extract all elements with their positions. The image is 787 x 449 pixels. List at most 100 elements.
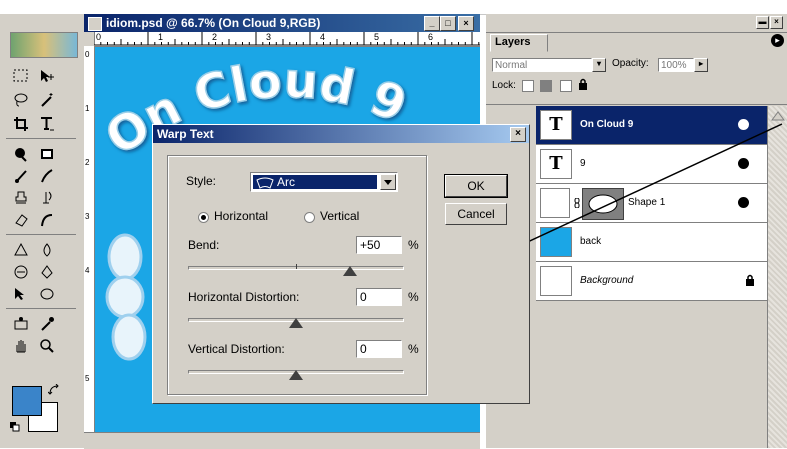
blend-mode-dropdown-icon[interactable]: ▾ xyxy=(592,58,606,72)
warp-options-group: Style: Arc Horizontal Vertical Bend: +50… xyxy=(167,155,427,395)
vertical-ruler: 0 1 2 3 4 5 xyxy=(84,46,95,448)
layer-row-on-cloud-9[interactable]: T On Cloud 9 xyxy=(536,106,787,145)
cancel-button[interactable]: Cancel xyxy=(445,203,507,225)
opacity-label: Opacity: xyxy=(612,58,649,69)
layer-effects-icon[interactable] xyxy=(738,119,749,130)
panel-minimize-button[interactable]: ▬ xyxy=(756,16,769,29)
bend-input[interactable]: +50 xyxy=(356,236,402,254)
pen-tool-icon[interactable] xyxy=(34,262,60,282)
panel-divider xyxy=(486,104,787,105)
layer-effects-icon[interactable] xyxy=(738,158,749,169)
dodge-tool-icon[interactable] xyxy=(8,262,34,282)
style-selected-value: Arc xyxy=(253,175,377,189)
swap-colors-icon[interactable] xyxy=(47,383,60,396)
zoom-tool-icon[interactable] xyxy=(34,336,60,356)
crop-tool-icon[interactable] xyxy=(8,114,34,134)
ruler-label: 5 xyxy=(374,32,380,42)
vertical-radio[interactable] xyxy=(304,212,315,223)
horizontal-distortion-input[interactable]: 0 xyxy=(356,288,402,306)
layer-name: Shape 1 xyxy=(628,197,666,208)
warp-text-dialog: Warp Text × Style: Arc Horizontal Vertic… xyxy=(152,124,530,404)
ok-button[interactable]: OK xyxy=(444,174,508,198)
layer-row-background[interactable]: Background xyxy=(536,262,787,301)
marquee-tool-icon[interactable] xyxy=(8,66,34,86)
toolbox-divider xyxy=(6,234,76,235)
lock-all-icon[interactable] xyxy=(578,78,588,90)
bend-percent-label: % xyxy=(408,238,419,252)
stamp-tool-icon[interactable] xyxy=(8,188,34,208)
horizontal-ruler: 0 1 2 3 4 5 6 xyxy=(94,32,480,47)
layer-row-shape-1[interactable]: Shape 1 xyxy=(536,184,787,223)
tab-layers[interactable]: Layers xyxy=(490,34,548,52)
toolbox-header-icon[interactable] xyxy=(10,32,78,58)
layer-row-back[interactable]: back xyxy=(536,223,787,262)
opacity-field[interactable]: 100% xyxy=(658,58,694,72)
horizontal-distortion-slider-thumb[interactable] xyxy=(289,318,303,328)
layer-effects-icon[interactable] xyxy=(738,197,749,208)
document-title: idiom.psd @ 66.7% (On Cloud 9,RGB) xyxy=(106,16,321,30)
ruler-label: 1 xyxy=(158,32,164,42)
default-colors-icon[interactable] xyxy=(10,422,20,432)
layer-name: On Cloud 9 xyxy=(580,119,634,130)
panel-close-button[interactable]: × xyxy=(770,16,783,29)
layers-scrollbar[interactable] xyxy=(767,106,787,448)
foreground-color-swatch[interactable] xyxy=(12,386,42,416)
blend-mode-select[interactable]: Normal xyxy=(492,58,592,72)
brush-tool-icon[interactable] xyxy=(8,166,34,186)
hand-tool-icon[interactable] xyxy=(8,336,34,356)
paint-bucket-tool-icon[interactable] xyxy=(8,240,34,260)
canvas-cloud-shape xyxy=(111,313,147,361)
lock-position-checkbox[interactable] xyxy=(560,80,572,92)
horizontal-radio-label: Horizontal xyxy=(214,209,269,223)
move-tool-icon[interactable] xyxy=(34,66,60,86)
layer-thumb-fill xyxy=(540,188,570,218)
bend-slider-thumb[interactable] xyxy=(343,266,357,276)
notes-tool-icon[interactable] xyxy=(8,314,34,334)
close-button[interactable]: × xyxy=(458,16,474,31)
vertical-distortion-label: Vertical Distortion: xyxy=(188,342,285,356)
vertical-distortion-input[interactable]: 0 xyxy=(356,340,402,358)
path-selection-tool-icon[interactable] xyxy=(8,284,34,304)
layer-thumb-color xyxy=(540,227,572,257)
panel-menu-button[interactable]: ▸ xyxy=(771,34,784,47)
blur-tool-icon[interactable] xyxy=(34,240,60,260)
document-titlebar[interactable]: idiom.psd @ 66.7% (On Cloud 9,RGB) _ □ × xyxy=(84,14,480,32)
lock-image-checkbox[interactable] xyxy=(540,80,552,92)
document-status-bar xyxy=(84,432,480,449)
heal-brush-tool-icon[interactable] xyxy=(8,144,34,164)
gradient-tool-icon[interactable] xyxy=(34,210,60,230)
ruler-label: 2 xyxy=(85,158,90,167)
toolbox-divider xyxy=(6,308,76,309)
eraser-tool-icon[interactable] xyxy=(8,210,34,230)
style-dropdown-icon[interactable] xyxy=(380,174,396,190)
history-brush-tool-icon[interactable] xyxy=(34,166,60,186)
dialog-titlebar[interactable]: Warp Text × xyxy=(153,125,529,143)
eyedropper-tool-icon[interactable] xyxy=(34,314,60,334)
style-select[interactable]: Arc xyxy=(250,172,398,192)
bend-slider-track[interactable] xyxy=(188,264,404,270)
layers-panel-header[interactable]: ▬ × xyxy=(486,14,787,32)
layer-row-9[interactable]: T 9 xyxy=(536,145,787,184)
canvas-cloud-shape xyxy=(107,233,143,281)
opacity-slider-icon[interactable]: ▸ xyxy=(694,58,708,72)
pattern-stamp-tool-icon[interactable] xyxy=(34,188,60,208)
minimize-button[interactable]: _ xyxy=(424,16,440,31)
lasso-tool-icon[interactable] xyxy=(8,90,34,110)
top-strip xyxy=(0,0,787,15)
ruler-label: 4 xyxy=(85,266,90,275)
type-tool-icon[interactable] xyxy=(34,114,60,134)
patch-tool-icon[interactable] xyxy=(34,144,60,164)
horizontal-radio[interactable] xyxy=(198,212,209,223)
magic-wand-tool-icon[interactable] xyxy=(34,90,60,110)
dialog-close-button[interactable]: × xyxy=(510,127,526,142)
lock-transparency-checkbox[interactable] xyxy=(522,80,534,92)
toolbox xyxy=(0,14,85,448)
ruler-label: 2 xyxy=(212,32,218,42)
vertical-distortion-slider-thumb[interactable] xyxy=(289,370,303,380)
tab-layers-label: Layers xyxy=(495,36,531,48)
layers-empty-area xyxy=(536,301,766,448)
maximize-button[interactable]: □ xyxy=(440,16,456,31)
shape-tool-icon[interactable] xyxy=(34,284,60,304)
ruler-label: 4 xyxy=(320,32,326,42)
slider-center-tick xyxy=(296,264,297,269)
